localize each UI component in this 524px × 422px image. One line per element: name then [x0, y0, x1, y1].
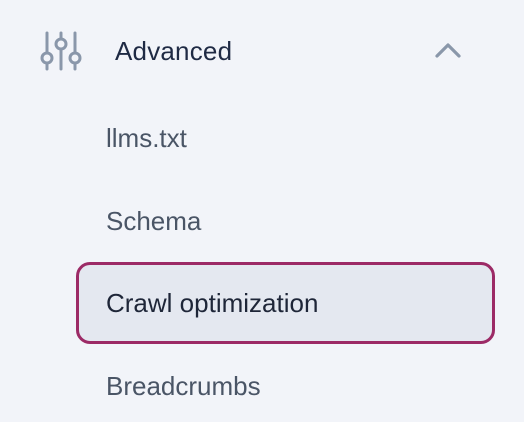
submenu-item-schema[interactable]: Schema	[76, 180, 495, 262]
advanced-submenu: llms.txt Schema Crawl optimization Bread…	[0, 0, 524, 422]
submenu-item-llms-txt[interactable]: llms.txt	[76, 97, 495, 179]
submenu-item-label: Breadcrumbs	[106, 371, 261, 401]
submenu-item-crawl-optimization[interactable]: Crawl optimization	[76, 262, 495, 344]
submenu-item-label: llms.txt	[106, 123, 187, 153]
sidebar-section-advanced: Advanced llms.txt Schema Crawl optimizat…	[0, 0, 524, 422]
submenu-item-label: Crawl optimization	[106, 288, 319, 318]
submenu-item-label: Schema	[106, 206, 202, 236]
submenu-item-breadcrumbs[interactable]: Breadcrumbs	[76, 345, 495, 422]
